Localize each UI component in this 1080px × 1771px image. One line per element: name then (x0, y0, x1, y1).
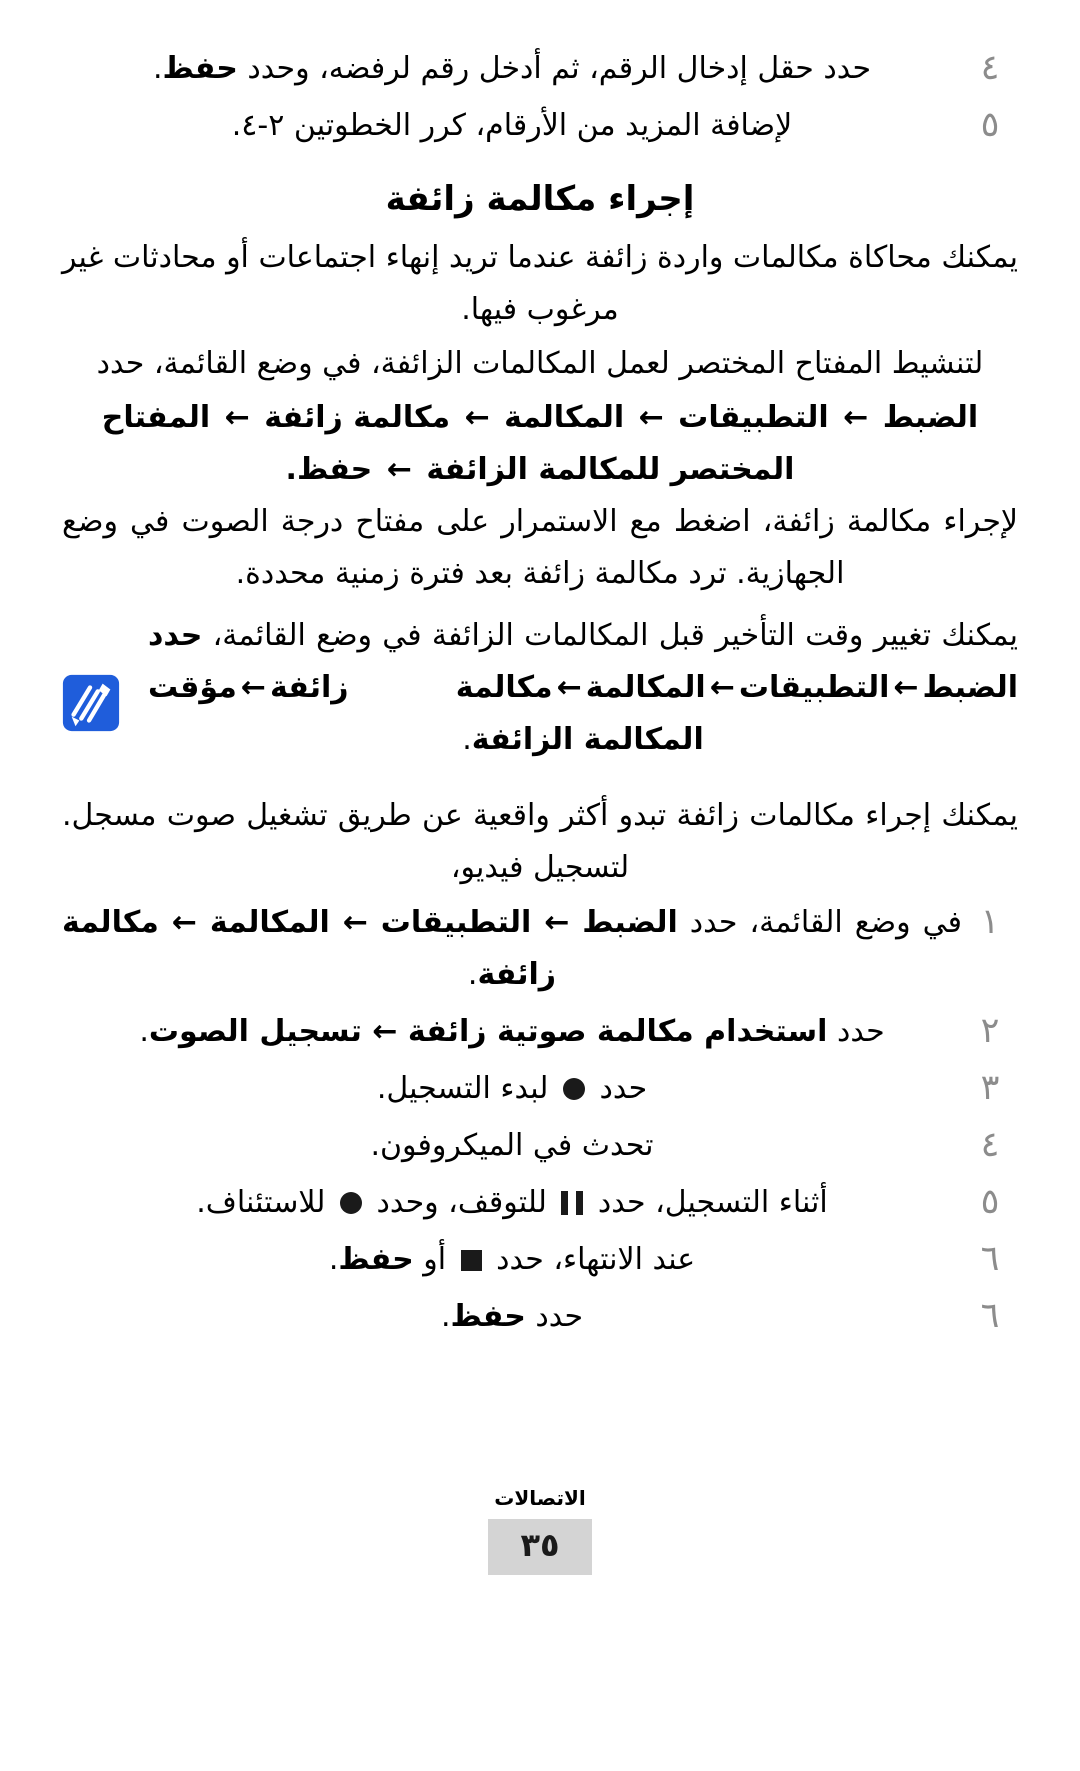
note-breadcrumb-item-3: مكالمة زائفة (269, 670, 553, 705)
step-text: . (440, 1299, 451, 1334)
list-item: ٦ عند الانتهاء، حدد أو حفظ. (62, 1233, 1018, 1286)
breadcrumb-item-3: مكالمة زائفة (264, 400, 451, 435)
list-marker: ١ (980, 902, 1000, 942)
page-content: ٤ حدد حقل إدخال الرقم، ثم أدخل رقم لرفضه… (62, 42, 1018, 1347)
list-marker: ٦ (980, 1239, 1000, 1279)
step-text: للتوقف، وحدد (366, 1185, 557, 1220)
list-item-text: لإضافة المزيد من الأرقام، كرر الخطوتين ٢… (231, 108, 793, 143)
breadcrumb-separator-icon: ← (638, 400, 664, 435)
step-bold-term: الضبط (582, 905, 678, 940)
breadcrumb-separator-icon: ← (224, 400, 250, 435)
list-marker: ٢ (980, 1011, 1000, 1051)
step-text: حدد (525, 1299, 584, 1334)
list-item-text: عند الانتهاء، حدد أو حفظ. (62, 1233, 962, 1286)
list-marker: ٥ (980, 105, 1000, 145)
list-item-text: حدد حفظ. (62, 1290, 962, 1343)
list-marker: ٤ (980, 1125, 1000, 1165)
step-bold-term: التطبيقات (380, 905, 532, 940)
record-circle-icon (339, 1192, 362, 1214)
breadcrumb-item-1: التطبيقات (678, 400, 829, 435)
step-text: في وضع القائمة، حدد (677, 905, 962, 940)
step-bold-term: المكالمة (209, 905, 330, 940)
note-breadcrumb-item-2: المكالمة (585, 670, 706, 705)
list-item: ٤ تحدث في الميكروفون. (62, 1119, 1018, 1172)
continued-numbered-list: ٤ حدد حقل إدخال الرقم، ثم أدخل رقم لرفضه… (62, 42, 1018, 152)
breadcrumb: الضبط ← التطبيقات ← المكالمة ← مكالمة زا… (62, 392, 1018, 496)
list-marker: ٦ (980, 1296, 1000, 1336)
page-footer: الاتصالات ٣٥ (0, 1485, 1080, 1575)
page-number-badge: ٣٥ (488, 1519, 592, 1575)
step-bold-term: استخدام مكالمة صوتية زائفة (407, 1014, 828, 1049)
list-item-text: حدد استخدام مكالمة صوتية زائفة ← تسجيل ا… (62, 1005, 962, 1058)
step-bold-term: حفظ (338, 1242, 414, 1277)
step-text: أثناء التسجيل، حدد (588, 1185, 828, 1220)
step-separator-icon: ← (361, 1014, 408, 1049)
voice-steps-list: ١ في وضع القائمة، حدد الضبط ← التطبيقات … (62, 896, 1018, 1343)
howto-paragraph: لإجراء مكالمة زائفة، اضغط مع الاستمرار ع… (62, 504, 1018, 591)
step-separator-icon: ← (531, 905, 583, 940)
step-text: للاستئناف. (196, 1185, 335, 1220)
breadcrumb-separator-icon: ← (843, 400, 869, 435)
record-circle-icon (562, 1078, 585, 1100)
breadcrumb-item-2: المكالمة (504, 400, 625, 435)
section-intro-paragraph: يمكنك محاكاة مكالمات واردة زائفة عندما ت… (62, 240, 1018, 327)
voice-intro-paragraph: يمكنك إجراء مكالمات زائفة تبدو أكثر واقع… (62, 798, 1018, 885)
list-item: ٥ لإضافة المزيد من الأرقام، كرر الخطوتين… (62, 99, 1018, 152)
note-breadcrumb-separator-icon: ← (893, 670, 919, 705)
list-marker: ٥ (980, 1182, 1000, 1222)
step-bold-term: حفظ (450, 1299, 526, 1334)
list-item: ١ في وضع القائمة، حدد الضبط ← التطبيقات … (62, 896, 1018, 1001)
note-breadcrumb-item-0: الضبط (922, 670, 1018, 705)
note-text-bold-lead: حدد (148, 618, 203, 653)
note-breadcrumb-separator-icon: ← (240, 670, 266, 705)
step-text: حدد (827, 1014, 885, 1049)
note-breadcrumb-period: . (462, 722, 472, 757)
breadcrumb-separator-icon: ← (386, 452, 412, 487)
stop-square-icon (460, 1250, 482, 1271)
section-heading: إجراء مكالمة زائفة (385, 179, 695, 219)
note-pencil-icon (60, 672, 122, 734)
list-item-text: حدد لبدء التسجيل. (62, 1062, 962, 1115)
breadcrumb-item-0: الضبط (882, 400, 979, 435)
step-bold-term: تسجيل الصوت (148, 1014, 362, 1049)
note-box: يمكنك تغيير وقت التأخير قبل المكالمات ال… (62, 610, 1018, 766)
note-text: يمكنك تغيير وقت التأخير قبل المكالمات ال… (62, 610, 1018, 766)
list-item-text: تحدث في الميكروفون. (370, 1128, 654, 1163)
step-text: حدد (589, 1071, 648, 1106)
step-text: أو (413, 1242, 456, 1277)
breadcrumb-period: . (285, 452, 297, 487)
manual-page: ٤ حدد حقل إدخال الرقم، ثم أدخل رقم لرفضه… (0, 0, 1080, 1771)
step-text: . (139, 1014, 149, 1049)
list-item: ٦ حدد حفظ. (62, 1290, 1018, 1343)
list-item: ٣ حدد لبدء التسجيل. (62, 1062, 1018, 1115)
list-item-bold-term: حفظ (162, 51, 238, 86)
breadcrumb-item-5: حفظ (296, 452, 373, 487)
list-item-text: أثناء التسجيل، حدد للتوقف، وحدد للاستئنا… (62, 1176, 962, 1229)
list-item-text-before: حدد حقل إدخال الرقم، ثم أدخل رقم لرفضه، … (237, 51, 872, 86)
note-breadcrumb-separator-icon: ← (556, 670, 582, 705)
step-text: عند الانتهاء، حدد (486, 1242, 696, 1277)
note-text-lead: يمكنك تغيير وقت التأخير قبل المكالمات ال… (202, 618, 1018, 653)
list-marker: ٣ (980, 1068, 1000, 1108)
list-item: ٢ حدد استخدام مكالمة صوتية زائفة ← تسجيل… (62, 1005, 1018, 1058)
note-breadcrumb-separator-icon: ← (709, 670, 735, 705)
note-breadcrumb-item-1: التطبيقات (738, 670, 890, 705)
step-separator-icon: ← (158, 905, 210, 940)
list-item-text: حدد حقل إدخال الرقم، ثم أدخل رقم لرفضه، … (62, 42, 962, 95)
step-text: لبدء التسجيل. (376, 1071, 558, 1106)
step-separator-icon: ← (329, 905, 381, 940)
breadcrumb-separator-icon: ← (464, 400, 490, 435)
list-marker: ٤ (980, 48, 1000, 88)
activation-lead-paragraph: لتنشيط المفتاح المختصر لعمل المكالمات ال… (96, 346, 984, 381)
step-text: . (328, 1242, 339, 1277)
list-item-text-after: . (152, 51, 163, 86)
list-item-text: في وضع القائمة، حدد الضبط ← التطبيقات ← … (62, 896, 962, 1001)
list-item: ٤ حدد حقل إدخال الرقم، ثم أدخل رقم لرفضه… (62, 42, 1018, 95)
pause-icon (561, 1191, 584, 1215)
footer-chapter-label: الاتصالات (494, 1486, 586, 1510)
list-item: ٥ أثناء التسجيل، حدد للتوقف، وحدد للاستئ… (62, 1176, 1018, 1229)
